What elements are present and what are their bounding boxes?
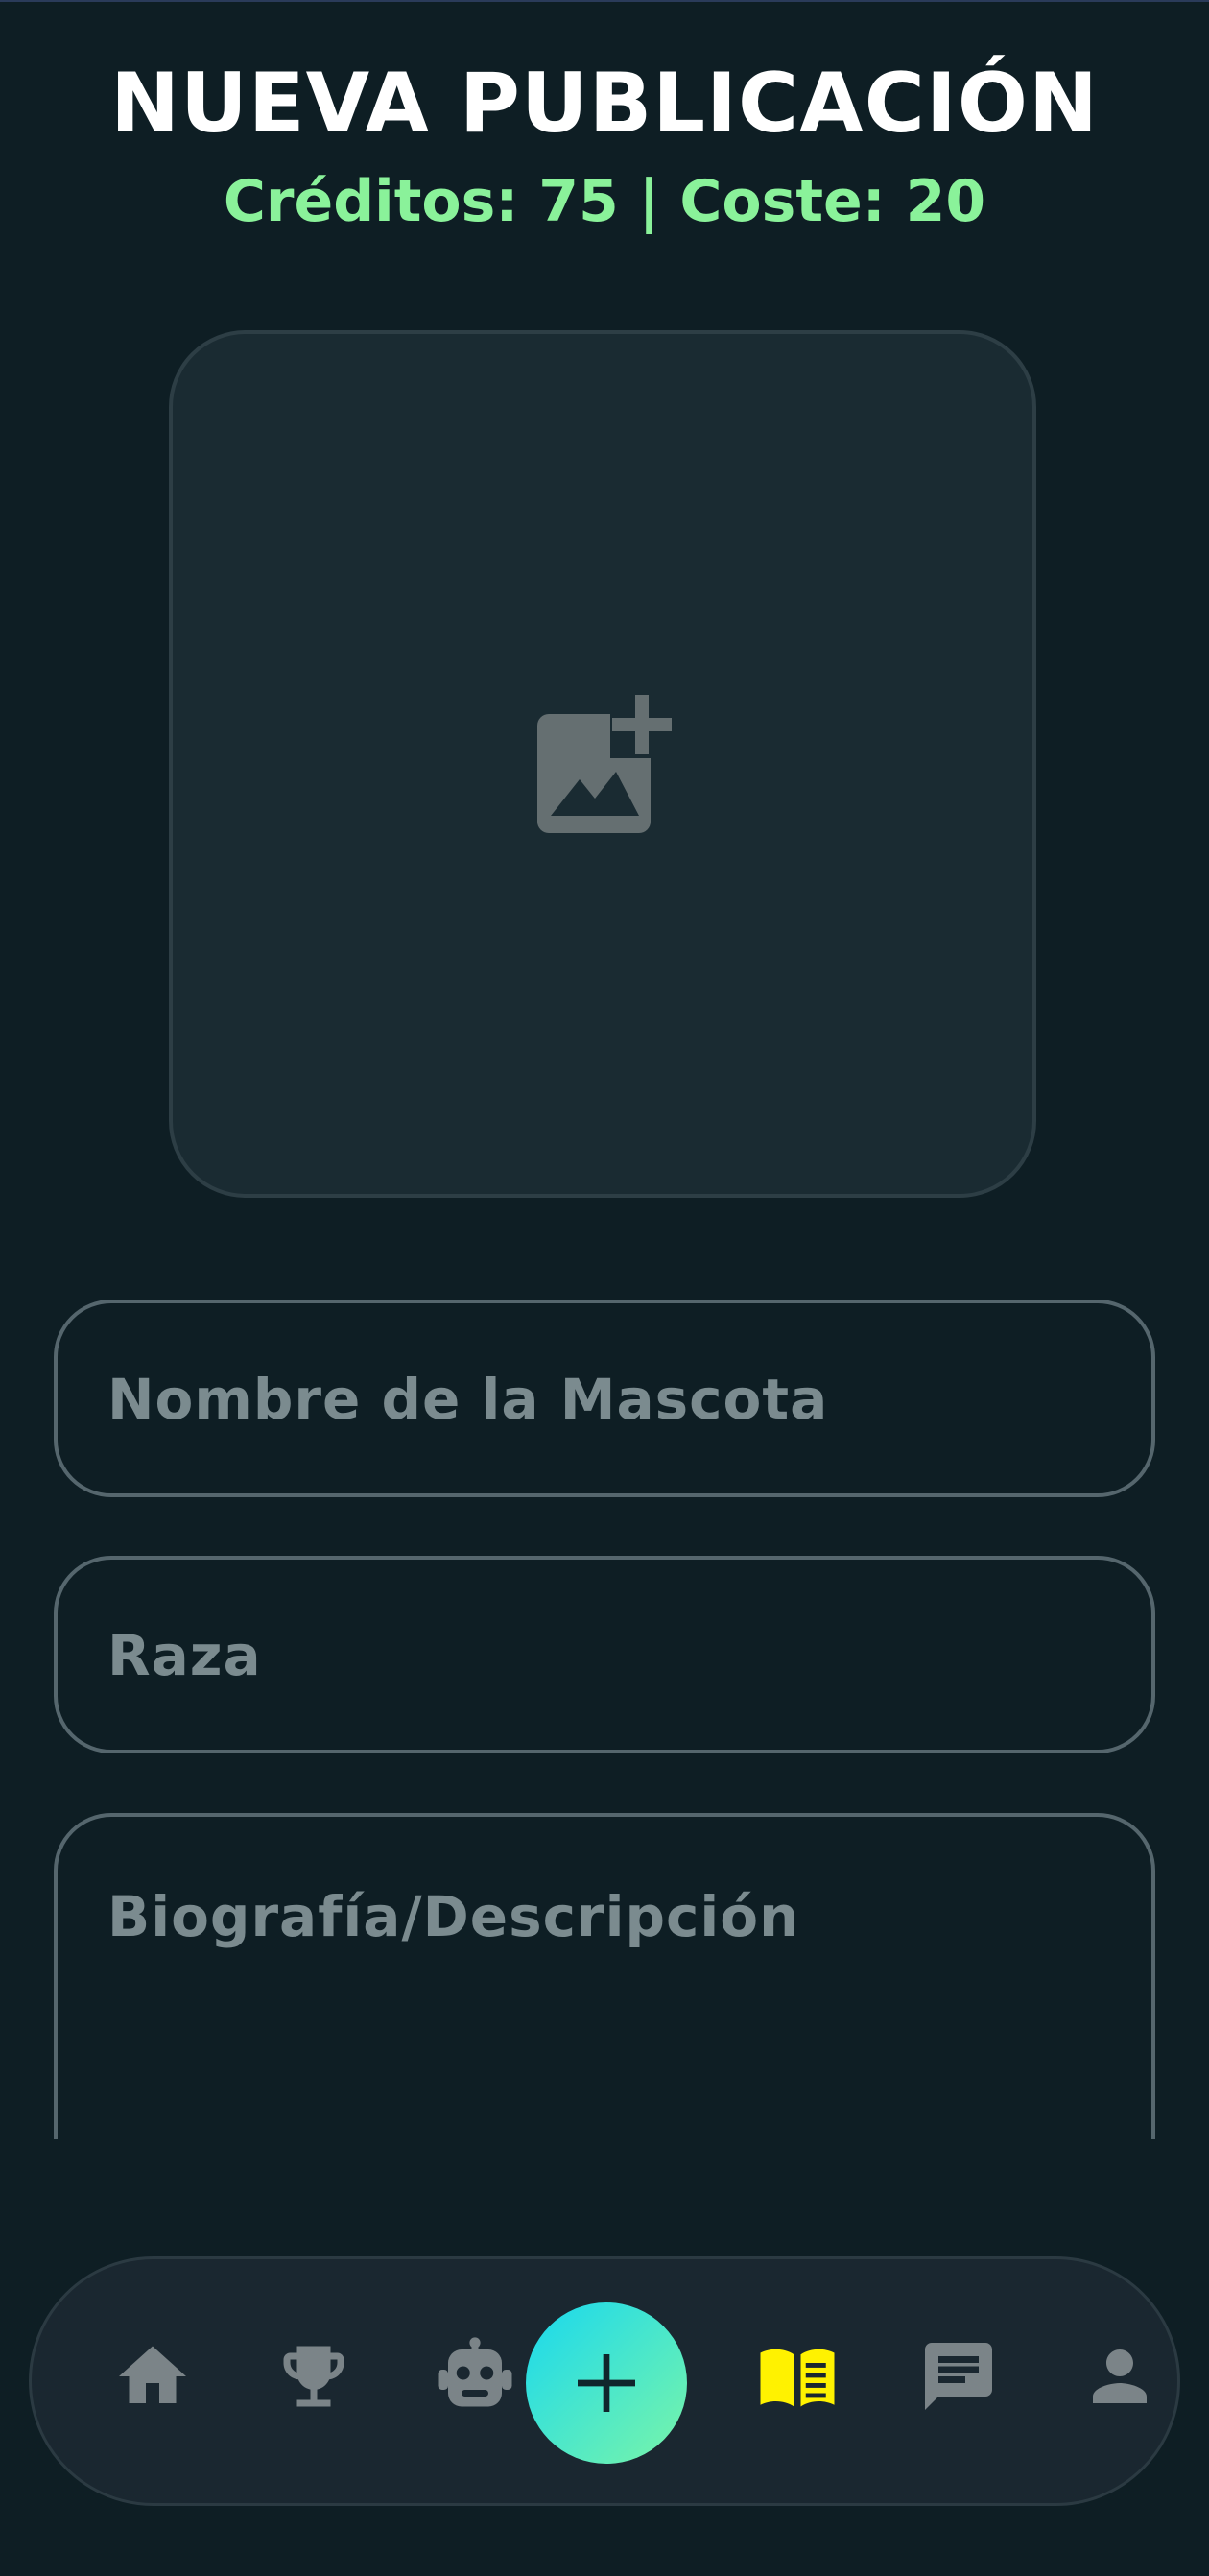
bio-field[interactable]: Biografía/Descripción <box>54 1813 1155 2139</box>
bottom-nav <box>29 2256 1180 2506</box>
breed-field[interactable]: Raza <box>54 1556 1155 1753</box>
person-icon <box>1093 2349 1147 2403</box>
pet-name-placeholder: Nombre de la Mascota <box>107 1367 829 1432</box>
plus-icon <box>578 2354 635 2412</box>
home-icon <box>119 2346 186 2403</box>
new-post-screen: NUEVA PUBLICACIÓN Créditos: 75 | Coste: … <box>0 0 1209 2576</box>
nav-profile[interactable] <box>1074 2330 1166 2422</box>
image-picker[interactable] <box>169 330 1036 1198</box>
pet-name-field[interactable]: Nombre de la Mascota <box>54 1300 1155 1497</box>
open-book-icon <box>760 2349 835 2407</box>
nav-new-post[interactable] <box>526 2302 687 2464</box>
status-divider <box>0 0 1209 2</box>
nav-leaderboard[interactable] <box>268 2330 360 2422</box>
nav-assistant[interactable] <box>429 2330 521 2422</box>
nav-messages[interactable] <box>913 2330 1005 2422</box>
add-photo-icon <box>537 695 676 833</box>
robot-icon <box>438 2337 512 2407</box>
trophy-icon <box>283 2346 344 2407</box>
nav-home[interactable] <box>107 2330 199 2422</box>
page-title: NUEVA PUBLICACIÓN <box>110 56 1099 152</box>
chat-icon <box>925 2343 992 2410</box>
nav-feed[interactable] <box>751 2330 843 2422</box>
breed-placeholder: Raza <box>107 1623 262 1688</box>
bio-placeholder: Biografía/Descripción <box>107 1884 800 1949</box>
credits-cost-label: Créditos: 75 | Coste: 20 <box>223 168 986 235</box>
